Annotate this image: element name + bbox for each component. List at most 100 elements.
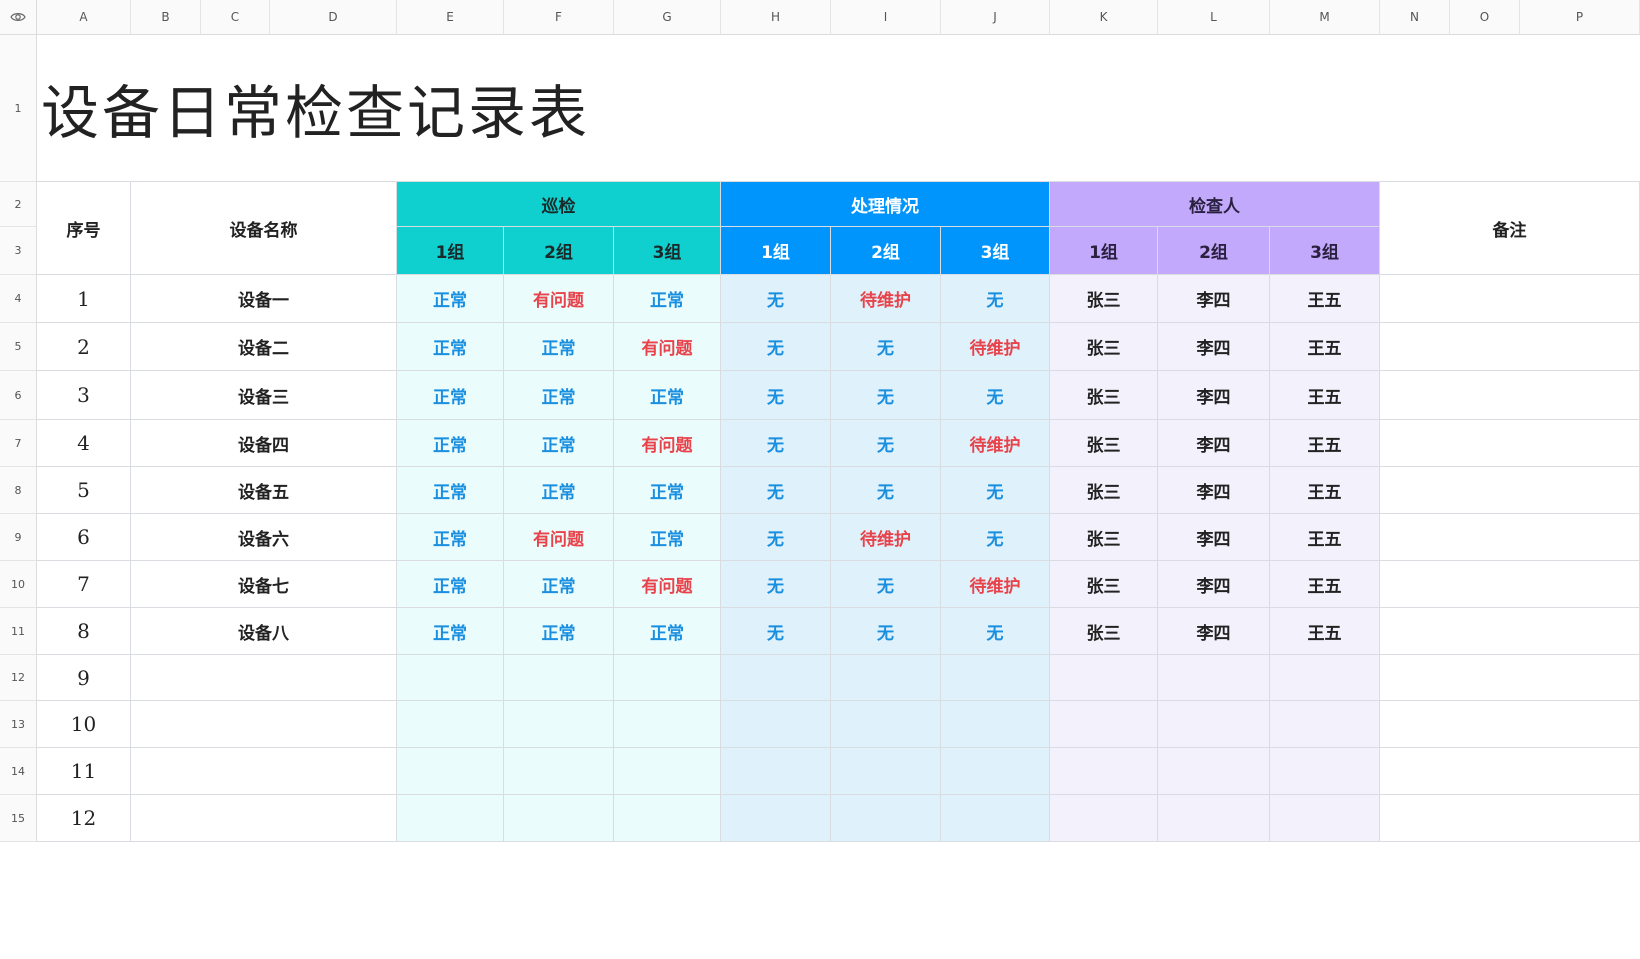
seq-cell[interactable]: 6 <box>37 514 131 561</box>
inspector-cell[interactable]: 李四 <box>1158 514 1270 561</box>
patrol-status-cell[interactable]: 正常 <box>614 275 721 323</box>
header-handling[interactable]: 处理情况 <box>721 182 1050 227</box>
header-patrol-group-3[interactable]: 3组 <box>614 227 721 275</box>
device-name-cell[interactable] <box>131 655 397 701</box>
device-name-cell[interactable] <box>131 795 397 842</box>
seq-cell[interactable]: 4 <box>37 420 131 467</box>
column-header-b[interactable]: B <box>131 0 201 35</box>
inspector-cell[interactable]: 王五 <box>1270 514 1380 561</box>
column-header-l[interactable]: L <box>1158 0 1270 35</box>
column-header-h[interactable]: H <box>721 0 831 35</box>
inspector-cell[interactable] <box>1270 748 1380 795</box>
row-header-1[interactable]: 1 <box>0 35 37 182</box>
handling-status-cell[interactable] <box>831 795 941 842</box>
handling-status-cell[interactable] <box>831 748 941 795</box>
handling-status-cell[interactable]: 无 <box>831 467 941 514</box>
remark-cell[interactable] <box>1380 420 1640 467</box>
eye-icon[interactable] <box>10 8 26 27</box>
handling-status-cell[interactable]: 无 <box>721 371 831 420</box>
inspector-cell[interactable]: 王五 <box>1270 275 1380 323</box>
device-name-cell[interactable]: 设备五 <box>131 467 397 514</box>
inspector-cell[interactable]: 王五 <box>1270 323 1380 371</box>
handling-status-cell[interactable]: 待维护 <box>941 561 1050 608</box>
remark-cell[interactable] <box>1380 323 1640 371</box>
inspector-cell[interactable]: 王五 <box>1270 561 1380 608</box>
row-header-10[interactable]: 10 <box>0 561 37 608</box>
remark-cell[interactable] <box>1380 795 1640 842</box>
device-name-cell[interactable]: 设备一 <box>131 275 397 323</box>
handling-status-cell[interactable]: 无 <box>941 514 1050 561</box>
header-inspector[interactable]: 检查人 <box>1050 182 1380 227</box>
header-patrol[interactable]: 巡检 <box>397 182 721 227</box>
remark-cell[interactable] <box>1380 467 1640 514</box>
patrol-status-cell[interactable]: 有问题 <box>504 275 614 323</box>
column-header-e[interactable]: E <box>397 0 504 35</box>
device-name-cell[interactable]: 设备三 <box>131 371 397 420</box>
patrol-status-cell[interactable]: 正常 <box>504 561 614 608</box>
header-inspector-group-3[interactable]: 3组 <box>1270 227 1380 275</box>
inspector-cell[interactable] <box>1270 701 1380 748</box>
inspector-cell[interactable]: 李四 <box>1158 467 1270 514</box>
patrol-status-cell[interactable]: 正常 <box>397 561 504 608</box>
remark-cell[interactable] <box>1380 514 1640 561</box>
header-handling-group-3[interactable]: 3组 <box>941 227 1050 275</box>
inspector-cell[interactable] <box>1050 701 1158 748</box>
seq-cell[interactable]: 7 <box>37 561 131 608</box>
handling-status-cell[interactable]: 无 <box>831 420 941 467</box>
row-header-5[interactable]: 5 <box>0 323 37 371</box>
inspector-cell[interactable]: 张三 <box>1050 323 1158 371</box>
patrol-status-cell[interactable] <box>504 748 614 795</box>
inspector-cell[interactable]: 张三 <box>1050 371 1158 420</box>
seq-cell[interactable]: 1 <box>37 275 131 323</box>
patrol-status-cell[interactable]: 正常 <box>504 371 614 420</box>
handling-status-cell[interactable]: 无 <box>941 608 1050 655</box>
inspector-cell[interactable]: 王五 <box>1270 467 1380 514</box>
device-name-cell[interactable] <box>131 748 397 795</box>
seq-cell[interactable]: 11 <box>37 748 131 795</box>
patrol-status-cell[interactable] <box>397 655 504 701</box>
inspector-cell[interactable]: 李四 <box>1158 371 1270 420</box>
handling-status-cell[interactable]: 待维护 <box>941 323 1050 371</box>
inspector-cell[interactable] <box>1158 655 1270 701</box>
patrol-status-cell[interactable] <box>397 795 504 842</box>
row-header-15[interactable]: 15 <box>0 795 37 842</box>
row-header-2[interactable]: 2 <box>0 182 37 227</box>
handling-status-cell[interactable]: 无 <box>941 275 1050 323</box>
patrol-status-cell[interactable]: 正常 <box>397 608 504 655</box>
handling-status-cell[interactable]: 待维护 <box>831 275 941 323</box>
inspector-cell[interactable]: 张三 <box>1050 561 1158 608</box>
seq-cell[interactable]: 10 <box>37 701 131 748</box>
handling-status-cell[interactable]: 无 <box>721 275 831 323</box>
device-name-cell[interactable]: 设备六 <box>131 514 397 561</box>
patrol-status-cell[interactable]: 正常 <box>614 371 721 420</box>
handling-status-cell[interactable]: 无 <box>721 608 831 655</box>
header-seq[interactable]: 序号 <box>37 182 131 275</box>
row-header-4[interactable]: 4 <box>0 275 37 323</box>
remark-cell[interactable] <box>1380 701 1640 748</box>
header-remark[interactable]: 备注 <box>1380 182 1640 275</box>
handling-status-cell[interactable]: 无 <box>721 323 831 371</box>
patrol-status-cell[interactable]: 正常 <box>614 467 721 514</box>
inspector-cell[interactable]: 王五 <box>1270 420 1380 467</box>
remark-cell[interactable] <box>1380 275 1640 323</box>
device-name-cell[interactable]: 设备二 <box>131 323 397 371</box>
inspector-cell[interactable]: 张三 <box>1050 467 1158 514</box>
remark-cell[interactable] <box>1380 371 1640 420</box>
title-cell[interactable]: 设备日常检查记录表 <box>37 35 1640 182</box>
inspector-cell[interactable] <box>1050 795 1158 842</box>
inspector-cell[interactable] <box>1158 795 1270 842</box>
column-header-f[interactable]: F <box>504 0 614 35</box>
patrol-status-cell[interactable]: 有问题 <box>504 514 614 561</box>
column-header-i[interactable]: I <box>831 0 941 35</box>
seq-cell[interactable]: 5 <box>37 467 131 514</box>
handling-status-cell[interactable] <box>721 701 831 748</box>
header-handling-group-2[interactable]: 2组 <box>831 227 941 275</box>
inspector-cell[interactable] <box>1050 655 1158 701</box>
handling-status-cell[interactable]: 无 <box>721 514 831 561</box>
patrol-status-cell[interactable]: 正常 <box>504 467 614 514</box>
inspector-cell[interactable]: 李四 <box>1158 608 1270 655</box>
header-inspector-group-1[interactable]: 1组 <box>1050 227 1158 275</box>
handling-status-cell[interactable] <box>941 655 1050 701</box>
patrol-status-cell[interactable]: 有问题 <box>614 561 721 608</box>
handling-status-cell[interactable] <box>941 748 1050 795</box>
